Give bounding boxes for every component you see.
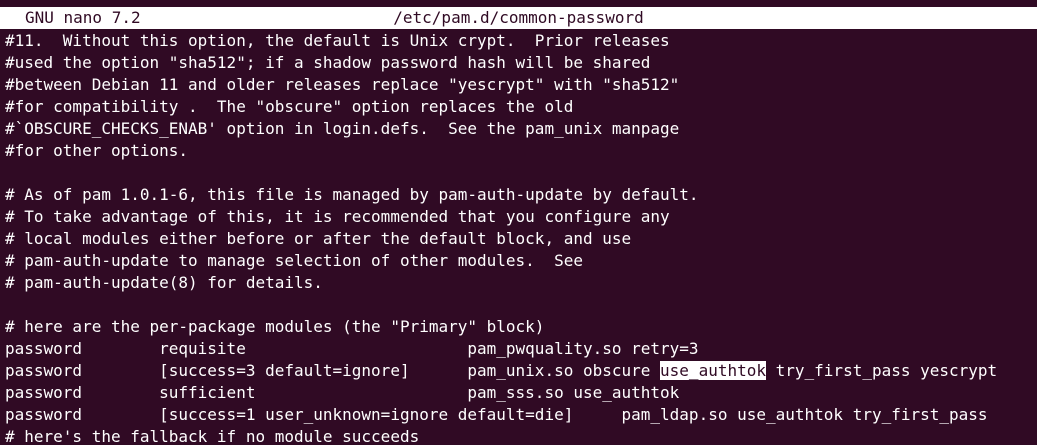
editor-line[interactable]: # As of pam 1.0.1-6, this file is manage… bbox=[5, 184, 1037, 206]
terminal-window[interactable]: GNU nano 7.2 /etc/pam.d/common-password … bbox=[0, 0, 1037, 445]
editor-line-with-selection[interactable]: password [success=3 default=ignore] pam_… bbox=[5, 360, 1037, 382]
editor-line[interactable]: # local modules either before or after t… bbox=[5, 228, 1037, 250]
editor-line[interactable]: # pam-auth-update(8) for details. bbox=[5, 272, 1037, 294]
editor-line[interactable] bbox=[5, 294, 1037, 316]
editor-line[interactable]: #11. Without this option, the default is… bbox=[5, 30, 1037, 52]
editor-line[interactable]: #`OBSCURE_CHECKS_ENAB' option in login.d… bbox=[5, 118, 1037, 140]
editor-line[interactable]: #between Debian 11 and older releases re… bbox=[5, 74, 1037, 96]
editor-line[interactable]: # pam-auth-update to manage selection of… bbox=[5, 250, 1037, 272]
editor-line[interactable] bbox=[5, 162, 1037, 184]
nano-title-bar: GNU nano 7.2 /etc/pam.d/common-password bbox=[0, 7, 1037, 29]
open-file-path: /etc/pam.d/common-password bbox=[393, 8, 644, 27]
editor-line[interactable]: password [success=1 user_unknown=ignore … bbox=[5, 404, 1037, 426]
editor-line[interactable]: #used the option "sha512"; if a shadow p… bbox=[5, 52, 1037, 74]
editor-text-area[interactable]: #11. Without this option, the default is… bbox=[5, 30, 1037, 445]
editor-line[interactable]: password requisite pam_pwquality.so retr… bbox=[5, 338, 1037, 360]
editor-line[interactable]: # To take advantage of this, it is recom… bbox=[5, 206, 1037, 228]
editor-line[interactable]: # here's the fallback if no module succe… bbox=[5, 426, 1037, 445]
editor-line[interactable]: #for compatibility . The "obscure" optio… bbox=[5, 96, 1037, 118]
line-text-before-selection: password [success=3 default=ignore] pam_… bbox=[5, 361, 661, 380]
line-text-after-selection: try_first_pass yescrypt bbox=[766, 361, 998, 380]
editor-line[interactable]: # here are the per-package modules (the … bbox=[5, 316, 1037, 338]
editor-line[interactable]: #for other options. bbox=[5, 140, 1037, 162]
selected-text[interactable]: use_authtok bbox=[660, 361, 766, 380]
editor-line[interactable]: password sufficient pam_sss.so use_autht… bbox=[5, 382, 1037, 404]
